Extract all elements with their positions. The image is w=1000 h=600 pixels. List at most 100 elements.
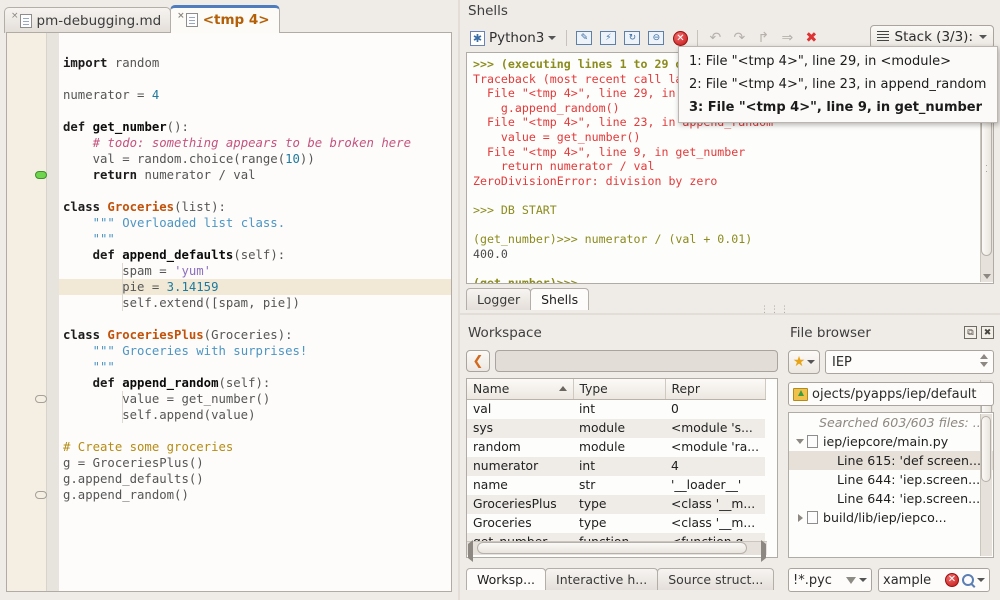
code-line[interactable]: import random: [63, 55, 159, 71]
close-panel-icon[interactable]: ✖: [981, 326, 994, 339]
filebrowser-results-list[interactable]: Searched 603/603 files: ... iep/iepcore/m…: [788, 412, 994, 558]
code-token: 3.14159: [166, 280, 219, 294]
scroll-right-arrow[interactable]: [761, 540, 766, 562]
code-line[interactable]: class GroceriesPlus(Groceries):: [63, 327, 293, 343]
breakpoint-marker[interactable]: [35, 171, 47, 179]
close-icon[interactable]: ×: [11, 8, 19, 21]
scrollbar-thumb[interactable]: [981, 416, 991, 482]
table-body[interactable]: val int 0 sys module <module 's... random modul…: [467, 400, 765, 552]
scrollbar-thumb[interactable]: [477, 542, 747, 554]
breakpoint-marker[interactable]: [35, 491, 47, 499]
filebrowser-panel-icons: ⧉ ✖: [964, 326, 994, 339]
cell-repr: <module 's...: [665, 418, 765, 438]
folder-up-icon[interactable]: [793, 387, 808, 401]
code-line[interactable]: g.append_defaults(): [63, 471, 204, 487]
file-filter-field[interactable]: !*.pyc: [788, 568, 872, 592]
code-line[interactable]: def get_number():: [63, 119, 189, 135]
table-row[interactable]: numerator int 4: [467, 456, 765, 476]
code-token: def: [63, 120, 93, 134]
editor-tab-1[interactable]: × <tmp 4>: [170, 5, 280, 33]
chevron-down-icon[interactable]: [859, 578, 867, 582]
match-result-row[interactable]: Line 644: 'iep.screen...: [789, 470, 993, 489]
project-selector[interactable]: IEP: [825, 350, 994, 374]
scroll-down-arrow[interactable]: [981, 271, 992, 282]
workspace-table[interactable]: Name Type Repr val int 0 sys module <module 's.…: [466, 378, 778, 558]
column-header-type[interactable]: Type: [573, 379, 666, 400]
float-panel-icon[interactable]: ⧉: [964, 326, 977, 339]
code-line[interactable]: spam = 'yum': [63, 263, 211, 279]
file-search-field[interactable]: xample ✕: [878, 568, 990, 592]
close-shell-icon[interactable]: ⊖: [645, 27, 667, 49]
column-header-repr[interactable]: Repr: [665, 379, 766, 400]
code-line[interactable]: pie = 3.14159: [63, 279, 218, 295]
clear-icon[interactable]: ✕: [945, 573, 959, 587]
line-number-gutter[interactable]: 1234567891011121314151617181920212223242…: [7, 33, 47, 591]
code-line[interactable]: def append_defaults(self):: [63, 247, 286, 263]
file-result-row[interactable]: build/lib/iep/iepco...: [789, 508, 993, 527]
chevron-down-icon[interactable]: [793, 439, 807, 444]
bookmark-button[interactable]: ★: [788, 350, 820, 374]
kernel-selector[interactable]: ✱ Python3: [466, 27, 560, 49]
results-rows[interactable]: Searched 603/603 files: ... iep/iepcore/m…: [789, 413, 993, 527]
scroll-left-arrow[interactable]: [468, 540, 473, 562]
code-line[interactable]: numerator = 4: [63, 87, 159, 103]
workspace-variable-table[interactable]: Name Type Repr val int 0 sys module <module 's.…: [467, 379, 766, 552]
stack-menu-item-3[interactable]: 3: File "<tmp 4>", line 9, in get_number: [679, 96, 997, 119]
code-line[interactable]: def append_random(self):: [63, 375, 271, 391]
magnifier-icon[interactable]: [962, 574, 974, 586]
editor-tab-0[interactable]: × pm-debugging.md: [4, 7, 172, 33]
workspace-tab-2[interactable]: Source struct...: [657, 568, 775, 590]
workspace-path-field[interactable]: [495, 350, 778, 372]
code-line[interactable]: self.extend([spam, pie]): [63, 295, 300, 311]
code-line[interactable]: g = GroceriesPlus(): [63, 455, 204, 471]
code-line[interactable]: value = get_number(): [63, 391, 270, 407]
code-editor[interactable]: 1234567891011121314151617181920212223242…: [6, 32, 452, 592]
chevron-right-icon[interactable]: [793, 513, 807, 522]
filebrowser-path-field[interactable]: ojects/pyapps/iep/default: [788, 382, 994, 406]
workspace-hscrollbar[interactable]: [467, 540, 767, 562]
table-header-row[interactable]: Name Type Repr: [467, 379, 766, 400]
code-line[interactable]: """ Overloaded list class.: [63, 215, 286, 231]
table-row[interactable]: Groceries type <class '__m...: [467, 514, 765, 533]
filebrowser-scrollbar[interactable]: [980, 414, 992, 556]
stack-menu-item-1[interactable]: 1: File "<tmp 4>", line 29, in <module>: [679, 50, 997, 73]
chevron-down-icon[interactable]: [548, 36, 557, 40]
table-row[interactable]: sys module <module 's...: [467, 418, 765, 438]
code-line[interactable]: val = random.choice(range(10)): [63, 151, 315, 167]
code-line[interactable]: return numerator / val: [63, 167, 256, 183]
spinner-arrows[interactable]: [980, 354, 988, 367]
table-row[interactable]: val int 0: [467, 400, 765, 419]
code-line[interactable]: self.append(value): [63, 407, 255, 423]
back-chevron-icon[interactable]: ❮: [466, 350, 490, 372]
breakpoint-marker[interactable]: [35, 395, 47, 403]
close-icon[interactable]: ×: [177, 8, 185, 21]
chevron-down-icon[interactable]: [807, 360, 816, 364]
stack-menu-item-2[interactable]: 2: File "<tmp 4>", line 23, in append_ra…: [679, 73, 997, 96]
code-line[interactable]: g.append_random(): [63, 487, 189, 503]
table-row[interactable]: random module <module 'ra...: [467, 438, 765, 457]
stack-dropdown-menu[interactable]: 1: File "<tmp 4>", line 29, in <module> 2…: [678, 46, 998, 123]
code-line[interactable]: """ Groceries with surprises!: [63, 343, 308, 359]
match-result-row[interactable]: Line 644: 'iep.screen...: [789, 489, 993, 508]
funnel-icon[interactable]: [846, 576, 856, 584]
workspace-tab-0[interactable]: Worksp...: [466, 568, 547, 590]
shell-tab-1[interactable]: Shells: [530, 288, 590, 310]
new-shell-icon[interactable]: ✎: [573, 27, 595, 49]
column-header-name[interactable]: Name: [467, 379, 574, 400]
file-result-row[interactable]: iep/iepcore/main.py: [789, 432, 993, 451]
match-result-row[interactable]: Line 615: 'def screen...: [789, 451, 993, 470]
code-line[interactable]: """: [63, 359, 115, 375]
restart-shell-icon[interactable]: ⚡: [597, 27, 619, 49]
table-row[interactable]: name str '__loader__': [467, 476, 765, 495]
chevron-down-icon[interactable]: [977, 578, 985, 582]
shell-tab-0[interactable]: Logger: [466, 288, 532, 310]
workspace-tab-1[interactable]: Interactive h...: [545, 568, 659, 590]
chevron-down-icon[interactable]: [979, 35, 987, 39]
code-line[interactable]: # todo: something appears to be broken h…: [63, 135, 411, 151]
code-line[interactable]: class Groceries(list):: [63, 199, 226, 215]
refresh-shell-icon[interactable]: ↻: [621, 27, 643, 49]
horizontal-splitter[interactable]: [460, 313, 1000, 315]
table-row[interactable]: GroceriesPlus type <class '__m...: [467, 494, 765, 514]
code-line[interactable]: """: [63, 231, 115, 247]
code-line[interactable]: # Create some groceries: [63, 439, 233, 455]
